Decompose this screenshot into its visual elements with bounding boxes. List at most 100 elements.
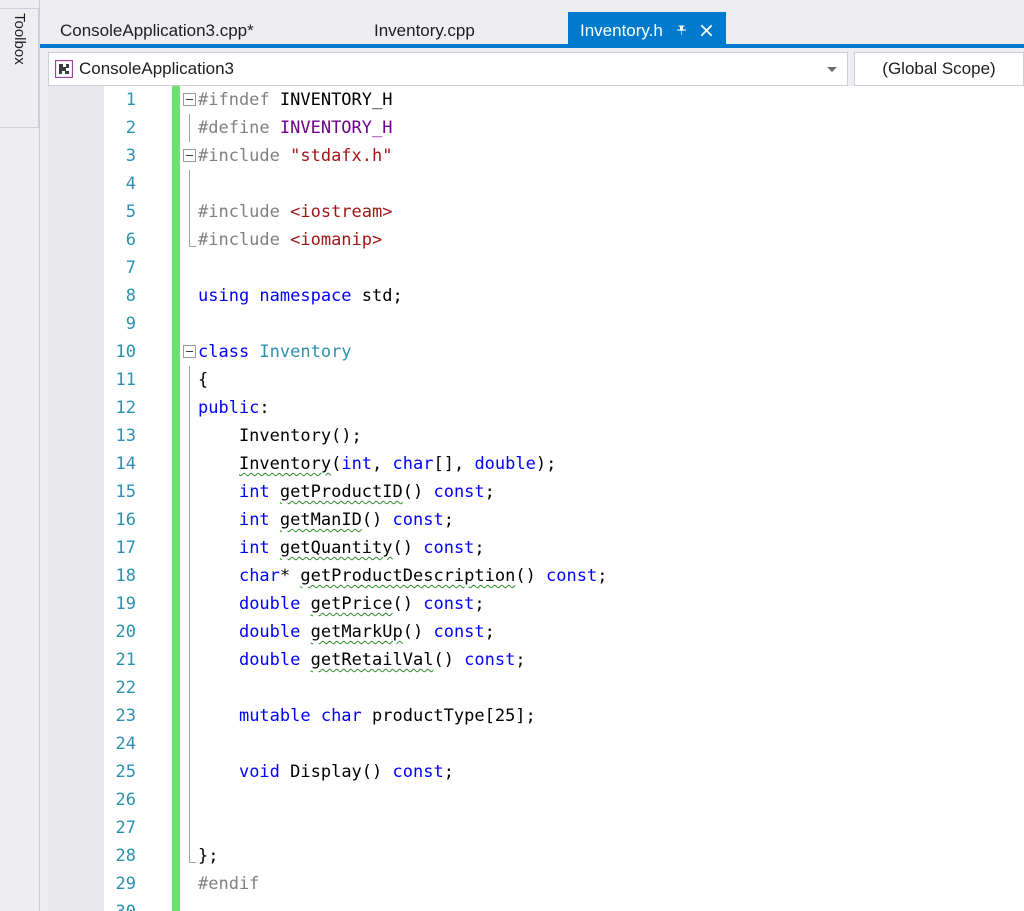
code-line[interactable]: 2#define INVENTORY_H [48,114,1024,142]
code-line[interactable]: 25 void Display() const; [48,758,1024,786]
code-text: double getMarkUp() const; [198,618,495,646]
code-line[interactable]: 28}; [48,842,1024,870]
code-token-error: getManID [280,510,362,530]
code-line[interactable]: 7 [48,254,1024,282]
code-text: #define INVENTORY_H [198,114,392,142]
code-token: ; [474,594,484,614]
code-line[interactable]: 19 double getPrice() const; [48,590,1024,618]
code-text: mutable char productType[25]; [198,702,536,730]
code-line[interactable]: 4 [48,170,1024,198]
code-token-error: getProductDescription [300,566,515,586]
code-line[interactable]: 20 double getMarkUp() const; [48,618,1024,646]
code-line[interactable]: 1#ifndef INVENTORY_H [48,86,1024,114]
code-line[interactable]: 26 [48,786,1024,814]
change-bar [172,422,180,450]
change-bar [172,534,180,562]
code-token: std; [362,286,403,306]
code-line[interactable]: 11{ [48,366,1024,394]
toolbox-label: Toolbox [0,9,38,129]
code-line[interactable]: 12public: [48,394,1024,422]
toolbox-tab[interactable]: Toolbox [0,8,39,128]
document-tab-strip: ConsoleApplication3.cpp* Inventory.cpp I… [40,0,1024,48]
code-text: Inventory(int, char[], double); [198,450,556,478]
fold-guide-line [189,590,190,618]
change-bar [172,254,180,282]
code-token [198,538,239,558]
tab-label: ConsoleApplication3.cpp* [60,22,254,39]
tab-consoleapplication3-cpp[interactable]: ConsoleApplication3.cpp* [48,12,266,48]
fold-collapse-toggle[interactable] [183,93,196,106]
code-line[interactable]: 29#endif [48,870,1024,898]
chevron-down-icon[interactable] [827,67,837,72]
line-number: 30 [48,898,136,911]
code-line[interactable]: 10class Inventory [48,338,1024,366]
pin-icon[interactable] [675,23,689,37]
code-line[interactable]: 8using namespace std; [48,282,1024,310]
change-bar [172,478,180,506]
change-bar [172,814,180,842]
line-number: 26 [48,786,136,814]
code-line[interactable]: 15 int getProductID() const; [48,478,1024,506]
code-token: , [372,454,392,474]
change-bar [172,730,180,758]
fold-collapse-toggle[interactable] [183,345,196,358]
code-line[interactable]: 13 Inventory(); [48,422,1024,450]
code-line[interactable]: 17 int getQuantity() const; [48,534,1024,562]
code-token: int [239,510,270,530]
code-token [198,510,239,530]
code-line[interactable]: 16 int getManID() const; [48,506,1024,534]
line-number: 9 [48,310,136,338]
code-token-error: getQuantity [280,538,393,558]
line-number: 27 [48,814,136,842]
fold-guide-line [189,842,190,862]
code-token: productType[25]; [362,706,536,726]
close-icon[interactable] [699,23,714,38]
code-line[interactable]: 3#include "stdafx.h" [48,142,1024,170]
code-text: int getManID() const; [198,506,454,534]
code-text: int getProductID() const; [198,478,495,506]
code-token: const [393,510,444,530]
code-line[interactable]: 18 char* getProductDescription() const; [48,562,1024,590]
project-scope-dropdown[interactable]: ConsoleApplication3 [48,52,848,86]
code-token: INVENTORY_H [280,118,393,138]
code-line[interactable]: 22 [48,674,1024,702]
change-bar [172,226,180,254]
code-line[interactable]: 6#include <iomanip> [48,226,1024,254]
code-editor-surface[interactable]: 1#ifndef INVENTORY_H2#define INVENTORY_H… [48,86,1024,911]
fold-collapse-toggle[interactable] [183,149,196,162]
code-lines-container: 1#ifndef INVENTORY_H2#define INVENTORY_H… [48,86,1024,911]
toolbox-rail: Toolbox [0,0,40,911]
code-token: <iomanip> [290,230,382,250]
code-token: ( [331,454,341,474]
fold-guide-line [189,814,190,842]
code-token: const [423,538,474,558]
code-text: void Display() const; [198,758,454,786]
code-token: double [239,594,300,614]
line-number: 19 [48,590,136,618]
code-line[interactable]: 5#include <iostream> [48,198,1024,226]
code-line[interactable]: 27 [48,814,1024,842]
code-token [198,622,239,642]
code-line[interactable]: 30 [48,898,1024,911]
member-scope-dropdown[interactable]: (Global Scope) [854,52,1024,86]
tab-inventory-cpp[interactable]: Inventory.cpp [362,12,487,48]
fold-guide-line [189,422,190,450]
line-number: 6 [48,226,136,254]
code-line[interactable]: 9 [48,310,1024,338]
tab-inventory-h[interactable]: Inventory.h [568,12,726,48]
code-line[interactable]: 14 Inventory(int, char[], double); [48,450,1024,478]
code-token: () [403,482,434,502]
fold-guide-line [189,394,190,422]
code-line[interactable]: 21 double getRetailVal() const; [48,646,1024,674]
fold-guide-line [189,506,190,534]
code-line[interactable]: 23 mutable char productType[25]; [48,702,1024,730]
code-text: #include "stdafx.h" [198,142,392,170]
code-token: char [239,566,280,586]
code-token [300,594,310,614]
code-token: int [239,482,270,502]
code-token: using namespace [198,286,362,306]
code-token [198,482,239,502]
code-text: double getRetailVal() const; [198,646,526,674]
code-line[interactable]: 24 [48,730,1024,758]
fold-guide-line [189,758,190,786]
